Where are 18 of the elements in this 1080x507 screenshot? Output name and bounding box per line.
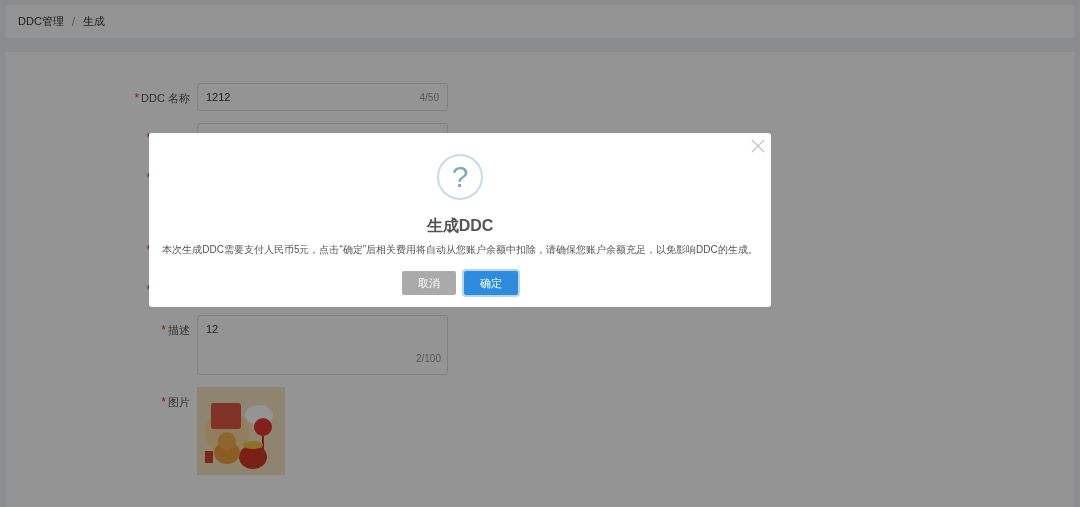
required-mark: * xyxy=(161,395,166,409)
question-icon: ? xyxy=(437,154,483,200)
breadcrumb-link[interactable]: DDC管理 xyxy=(18,13,64,30)
char-counter: 4/50 xyxy=(419,90,439,105)
dialog-message: 本次生成DDC需要支付人民币5元，点击“确定”后相关费用将自动从您账户余额中扣除，请确保您账户余额充足，以免影响DDC的生成。 xyxy=(161,243,759,257)
input-value: 1212 xyxy=(206,89,231,105)
confirm-button[interactable]: 确定 xyxy=(464,271,518,295)
text-input[interactable]: 1212 4/50 xyxy=(197,83,448,111)
field-label: 描述 xyxy=(168,324,190,336)
required-mark: * xyxy=(134,91,140,105)
breadcrumb-current: 生成 xyxy=(83,14,106,30)
required-mark: * xyxy=(161,323,166,337)
close-icon[interactable] xyxy=(751,139,765,154)
dialog-title: 生成DDC xyxy=(425,216,495,236)
input-value: 12 xyxy=(206,323,219,335)
field-label: DDC 名称 xyxy=(141,92,190,104)
field-label: 图片 xyxy=(168,396,190,408)
breadcrumb-separator: / xyxy=(71,13,76,31)
